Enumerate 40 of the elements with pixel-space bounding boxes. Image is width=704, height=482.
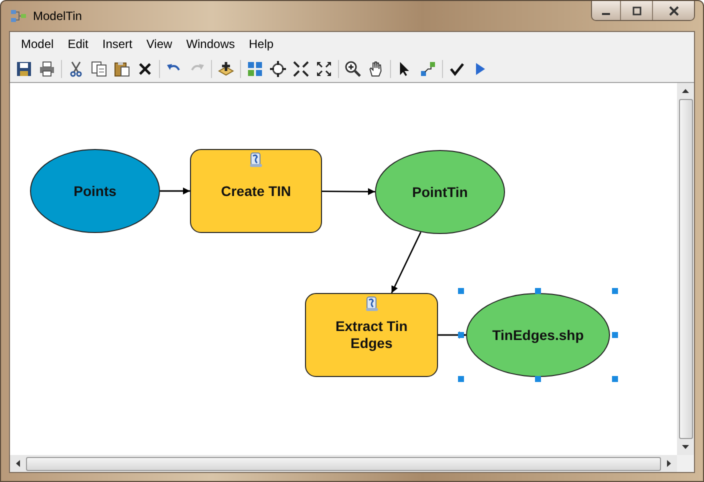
selection-handle[interactable]	[535, 376, 541, 382]
scroll-left-icon[interactable]	[16, 460, 20, 467]
menu-item[interactable]: View	[139, 37, 180, 51]
maximize-icon	[632, 6, 642, 16]
close-button[interactable]	[652, 1, 694, 20]
menu-item[interactable]: Insert	[95, 37, 140, 51]
menu-item[interactable]: Windows	[179, 37, 242, 51]
connector-arrow	[390, 232, 422, 294]
model-icon	[11, 9, 27, 23]
data-ellipse[interactable]: TinEdges.shp	[466, 293, 610, 377]
scroll-up-icon[interactable]	[682, 89, 689, 93]
script-icon	[249, 152, 263, 168]
selection-handle[interactable]	[612, 376, 618, 382]
menu-item[interactable]: Model	[14, 37, 61, 51]
menu-item[interactable]: Edit	[60, 37, 96, 51]
scroll-right-icon[interactable]	[667, 460, 671, 467]
close-icon	[668, 6, 678, 16]
selection-handle[interactable]	[535, 288, 541, 294]
vertical-scrollbar[interactable]	[677, 83, 694, 455]
selection-handle[interactable]	[612, 332, 618, 338]
window-title: ModelTin	[33, 9, 82, 23]
selection-handle[interactable]	[612, 288, 618, 294]
selection-handle[interactable]	[458, 288, 464, 294]
connector-arrow	[438, 332, 466, 338]
minimize-icon	[602, 12, 610, 14]
minimize-button[interactable]	[592, 1, 620, 20]
horizontal-scrollbar[interactable]	[10, 455, 677, 472]
tool-box[interactable]: Create TIN	[190, 149, 322, 233]
script-icon	[364, 296, 378, 312]
scroll-down-icon[interactable]	[682, 445, 689, 449]
maximize-button[interactable]	[620, 1, 652, 20]
data-ellipse[interactable]: Points	[30, 149, 160, 233]
full-extent-icon[interactable]	[267, 58, 289, 80]
menu-item[interactable]: Help	[242, 37, 281, 51]
connector-arrow	[160, 188, 190, 194]
selection-handle[interactable]	[458, 332, 464, 338]
tool-box[interactable]: Extract Tin Edges	[305, 293, 438, 377]
selection-handle[interactable]	[458, 376, 464, 382]
connector-arrow	[322, 188, 375, 196]
data-ellipse[interactable]: PointTin	[375, 150, 505, 234]
